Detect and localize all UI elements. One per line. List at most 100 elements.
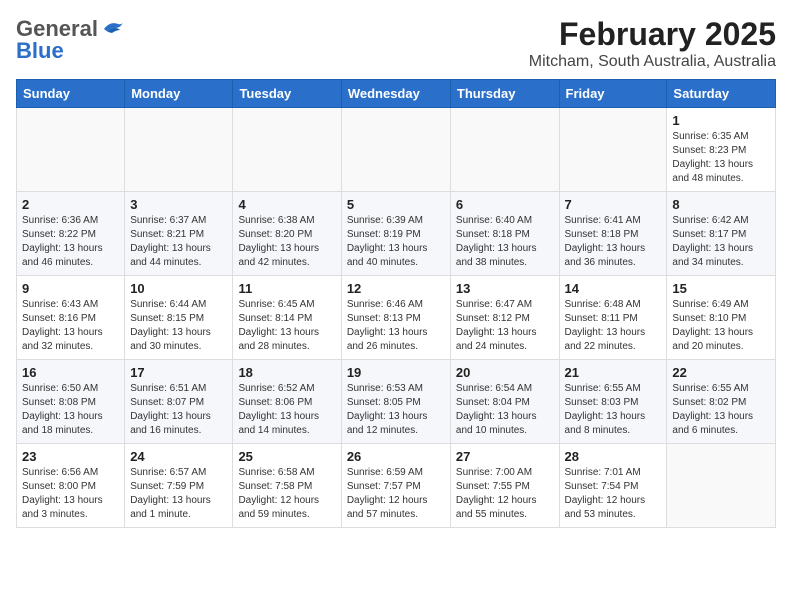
table-row: 3 Sunrise: 6:37 AM Sunset: 8:21 PM Daylig…: [125, 192, 233, 276]
day-number: 2: [22, 197, 119, 212]
day-number: 13: [456, 281, 554, 296]
day-number: 27: [456, 449, 554, 464]
day-info: Sunrise: 6:57 AM Sunset: 7:59 PM Dayligh…: [130, 466, 227, 522]
col-wednesday: Wednesday: [341, 80, 450, 108]
day-number: 10: [130, 281, 227, 296]
day-info: Sunrise: 6:59 AM Sunset: 7:57 PM Dayligh…: [347, 466, 445, 522]
table-row: 5Sunrise: 6:39 AM Sunset: 8:19 PM Daylig…: [341, 192, 450, 276]
calendar-header-row: Sunday Monday Tuesday Wednesday Thursday…: [17, 80, 776, 108]
day-info: Sunrise: 6:38 AM Sunset: 8:20 PM Dayligh…: [238, 214, 335, 270]
table-row: [341, 108, 450, 192]
table-row: 1 Sunrise: 6:35 AM Sunset: 8:23 PM Daylig…: [667, 108, 776, 192]
table-row: 23 Sunrise: 6:56 AM Sunset: 8:00 PM Dayli…: [17, 444, 125, 528]
day-number: 14: [565, 281, 662, 296]
table-row: 12 Sunrise: 6:46 AM Sunset: 8:13 PM Dayli…: [341, 276, 450, 360]
page-header: General Blue February 2025 Mitcham, Sout…: [16, 16, 776, 71]
logo-bird-icon: [102, 20, 124, 38]
day-number: 21: [565, 365, 662, 380]
day-info: Sunrise: 6:45 AM Sunset: 8:14 PM Dayligh…: [238, 298, 335, 354]
title-block: February 2025 Mitcham, South Australia, …: [529, 16, 776, 71]
day-number: 11: [238, 281, 335, 296]
day-info: Sunrise: 6:46 AM Sunset: 8:13 PM Dayligh…: [347, 298, 445, 354]
day-info: Sunrise: 6:40 AM Sunset: 8:18 PM Dayligh…: [456, 214, 554, 270]
day-number: 15: [672, 281, 770, 296]
day-info: Sunrise: 6:44 AM Sunset: 8:15 PM Dayligh…: [130, 298, 227, 354]
col-saturday: Saturday: [667, 80, 776, 108]
day-number: 25: [238, 449, 335, 464]
day-number: 8: [672, 197, 770, 212]
day-info: Sunrise: 6:54 AM Sunset: 8:04 PM Dayligh…: [456, 382, 554, 438]
day-number: 24: [130, 449, 227, 464]
day-info: Sunrise: 6:35 AM Sunset: 8:23 PM Dayligh…: [672, 130, 770, 186]
table-row: 9 Sunrise: 6:43 AM Sunset: 8:16 PM Daylig…: [17, 276, 125, 360]
table-row: 2 Sunrise: 6:36 AM Sunset: 8:22 PM Daylig…: [17, 192, 125, 276]
logo-blue: Blue: [16, 38, 64, 64]
day-info: Sunrise: 6:55 AM Sunset: 8:03 PM Dayligh…: [565, 382, 662, 438]
col-monday: Monday: [125, 80, 233, 108]
table-row: 18Sunrise: 6:52 AM Sunset: 8:06 PM Dayli…: [233, 360, 341, 444]
col-tuesday: Tuesday: [233, 80, 341, 108]
day-number: 26: [347, 449, 445, 464]
day-number: 3: [130, 197, 227, 212]
day-number: 6: [456, 197, 554, 212]
calendar-week-row: 1 Sunrise: 6:35 AM Sunset: 8:23 PM Daylig…: [17, 108, 776, 192]
table-row: [450, 108, 559, 192]
day-number: 16: [22, 365, 119, 380]
day-info: Sunrise: 6:49 AM Sunset: 8:10 PM Dayligh…: [672, 298, 770, 354]
day-info: Sunrise: 6:50 AM Sunset: 8:08 PM Dayligh…: [22, 382, 119, 438]
day-info: Sunrise: 6:42 AM Sunset: 8:17 PM Dayligh…: [672, 214, 770, 270]
table-row: 20 Sunrise: 6:54 AM Sunset: 8:04 PM Dayli…: [450, 360, 559, 444]
day-info: Sunrise: 6:58 AM Sunset: 7:58 PM Dayligh…: [238, 466, 335, 522]
col-friday: Friday: [559, 80, 667, 108]
day-number: 23: [22, 449, 119, 464]
day-info: Sunrise: 6:41 AM Sunset: 8:18 PM Dayligh…: [565, 214, 662, 270]
table-row: [125, 108, 233, 192]
table-row: 14 Sunrise: 6:48 AM Sunset: 8:11 PM Dayli…: [559, 276, 667, 360]
logo: General Blue: [16, 16, 124, 64]
day-info: Sunrise: 7:00 AM Sunset: 7:55 PM Dayligh…: [456, 466, 554, 522]
day-info: Sunrise: 7:01 AM Sunset: 7:54 PM Dayligh…: [565, 466, 662, 522]
table-row: 11 Sunrise: 6:45 AM Sunset: 8:14 PM Dayli…: [233, 276, 341, 360]
day-info: Sunrise: 6:36 AM Sunset: 8:22 PM Dayligh…: [22, 214, 119, 270]
day-number: 22: [672, 365, 770, 380]
day-info: Sunrise: 6:55 AM Sunset: 8:02 PM Dayligh…: [672, 382, 770, 438]
day-info: Sunrise: 6:43 AM Sunset: 8:16 PM Dayligh…: [22, 298, 119, 354]
table-row: 22 Sunrise: 6:55 AM Sunset: 8:02 PM Dayli…: [667, 360, 776, 444]
calendar-week-row: 16 Sunrise: 6:50 AM Sunset: 8:08 PM Dayli…: [17, 360, 776, 444]
day-info: Sunrise: 6:39 AM Sunset: 8:19 PM Dayligh…: [347, 214, 445, 270]
col-thursday: Thursday: [450, 80, 559, 108]
calendar-subtitle: Mitcham, South Australia, Australia: [529, 53, 776, 71]
day-info: Sunrise: 6:51 AM Sunset: 8:07 PM Dayligh…: [130, 382, 227, 438]
day-info: Sunrise: 6:53 AM Sunset: 8:05 PM Dayligh…: [347, 382, 445, 438]
table-row: 13Sunrise: 6:47 AM Sunset: 8:12 PM Dayli…: [450, 276, 559, 360]
day-number: 12: [347, 281, 445, 296]
day-info: Sunrise: 6:48 AM Sunset: 8:11 PM Dayligh…: [565, 298, 662, 354]
table-row: 21 Sunrise: 6:55 AM Sunset: 8:03 PM Dayli…: [559, 360, 667, 444]
table-row: 25 Sunrise: 6:58 AM Sunset: 7:58 PM Dayli…: [233, 444, 341, 528]
table-row: [17, 108, 125, 192]
table-row: 15 Sunrise: 6:49 AM Sunset: 8:10 PM Dayli…: [667, 276, 776, 360]
table-row: 28 Sunrise: 7:01 AM Sunset: 7:54 PM Dayli…: [559, 444, 667, 528]
day-info: Sunrise: 6:37 AM Sunset: 8:21 PM Dayligh…: [130, 214, 227, 270]
day-number: 7: [565, 197, 662, 212]
day-info: Sunrise: 6:56 AM Sunset: 8:00 PM Dayligh…: [22, 466, 119, 522]
table-row: 26 Sunrise: 6:59 AM Sunset: 7:57 PM Dayli…: [341, 444, 450, 528]
calendar-week-row: 9 Sunrise: 6:43 AM Sunset: 8:16 PM Daylig…: [17, 276, 776, 360]
day-number: 1: [672, 113, 770, 128]
calendar-title: February 2025: [529, 16, 776, 53]
day-number: 9: [22, 281, 119, 296]
day-number: 17: [130, 365, 227, 380]
col-sunday: Sunday: [17, 80, 125, 108]
table-row: 6 Sunrise: 6:40 AM Sunset: 8:18 PM Daylig…: [450, 192, 559, 276]
table-row: 16 Sunrise: 6:50 AM Sunset: 8:08 PM Dayli…: [17, 360, 125, 444]
day-number: 19: [347, 365, 445, 380]
day-number: 28: [565, 449, 662, 464]
table-row: [667, 444, 776, 528]
day-number: 20: [456, 365, 554, 380]
table-row: 10 Sunrise: 6:44 AM Sunset: 8:15 PM Dayli…: [125, 276, 233, 360]
day-number: 18: [238, 365, 335, 380]
calendar-week-row: 2 Sunrise: 6:36 AM Sunset: 8:22 PM Daylig…: [17, 192, 776, 276]
table-row: [559, 108, 667, 192]
table-row: 8 Sunrise: 6:42 AM Sunset: 8:17 PM Daylig…: [667, 192, 776, 276]
table-row: 17 Sunrise: 6:51 AM Sunset: 8:07 PM Dayli…: [125, 360, 233, 444]
